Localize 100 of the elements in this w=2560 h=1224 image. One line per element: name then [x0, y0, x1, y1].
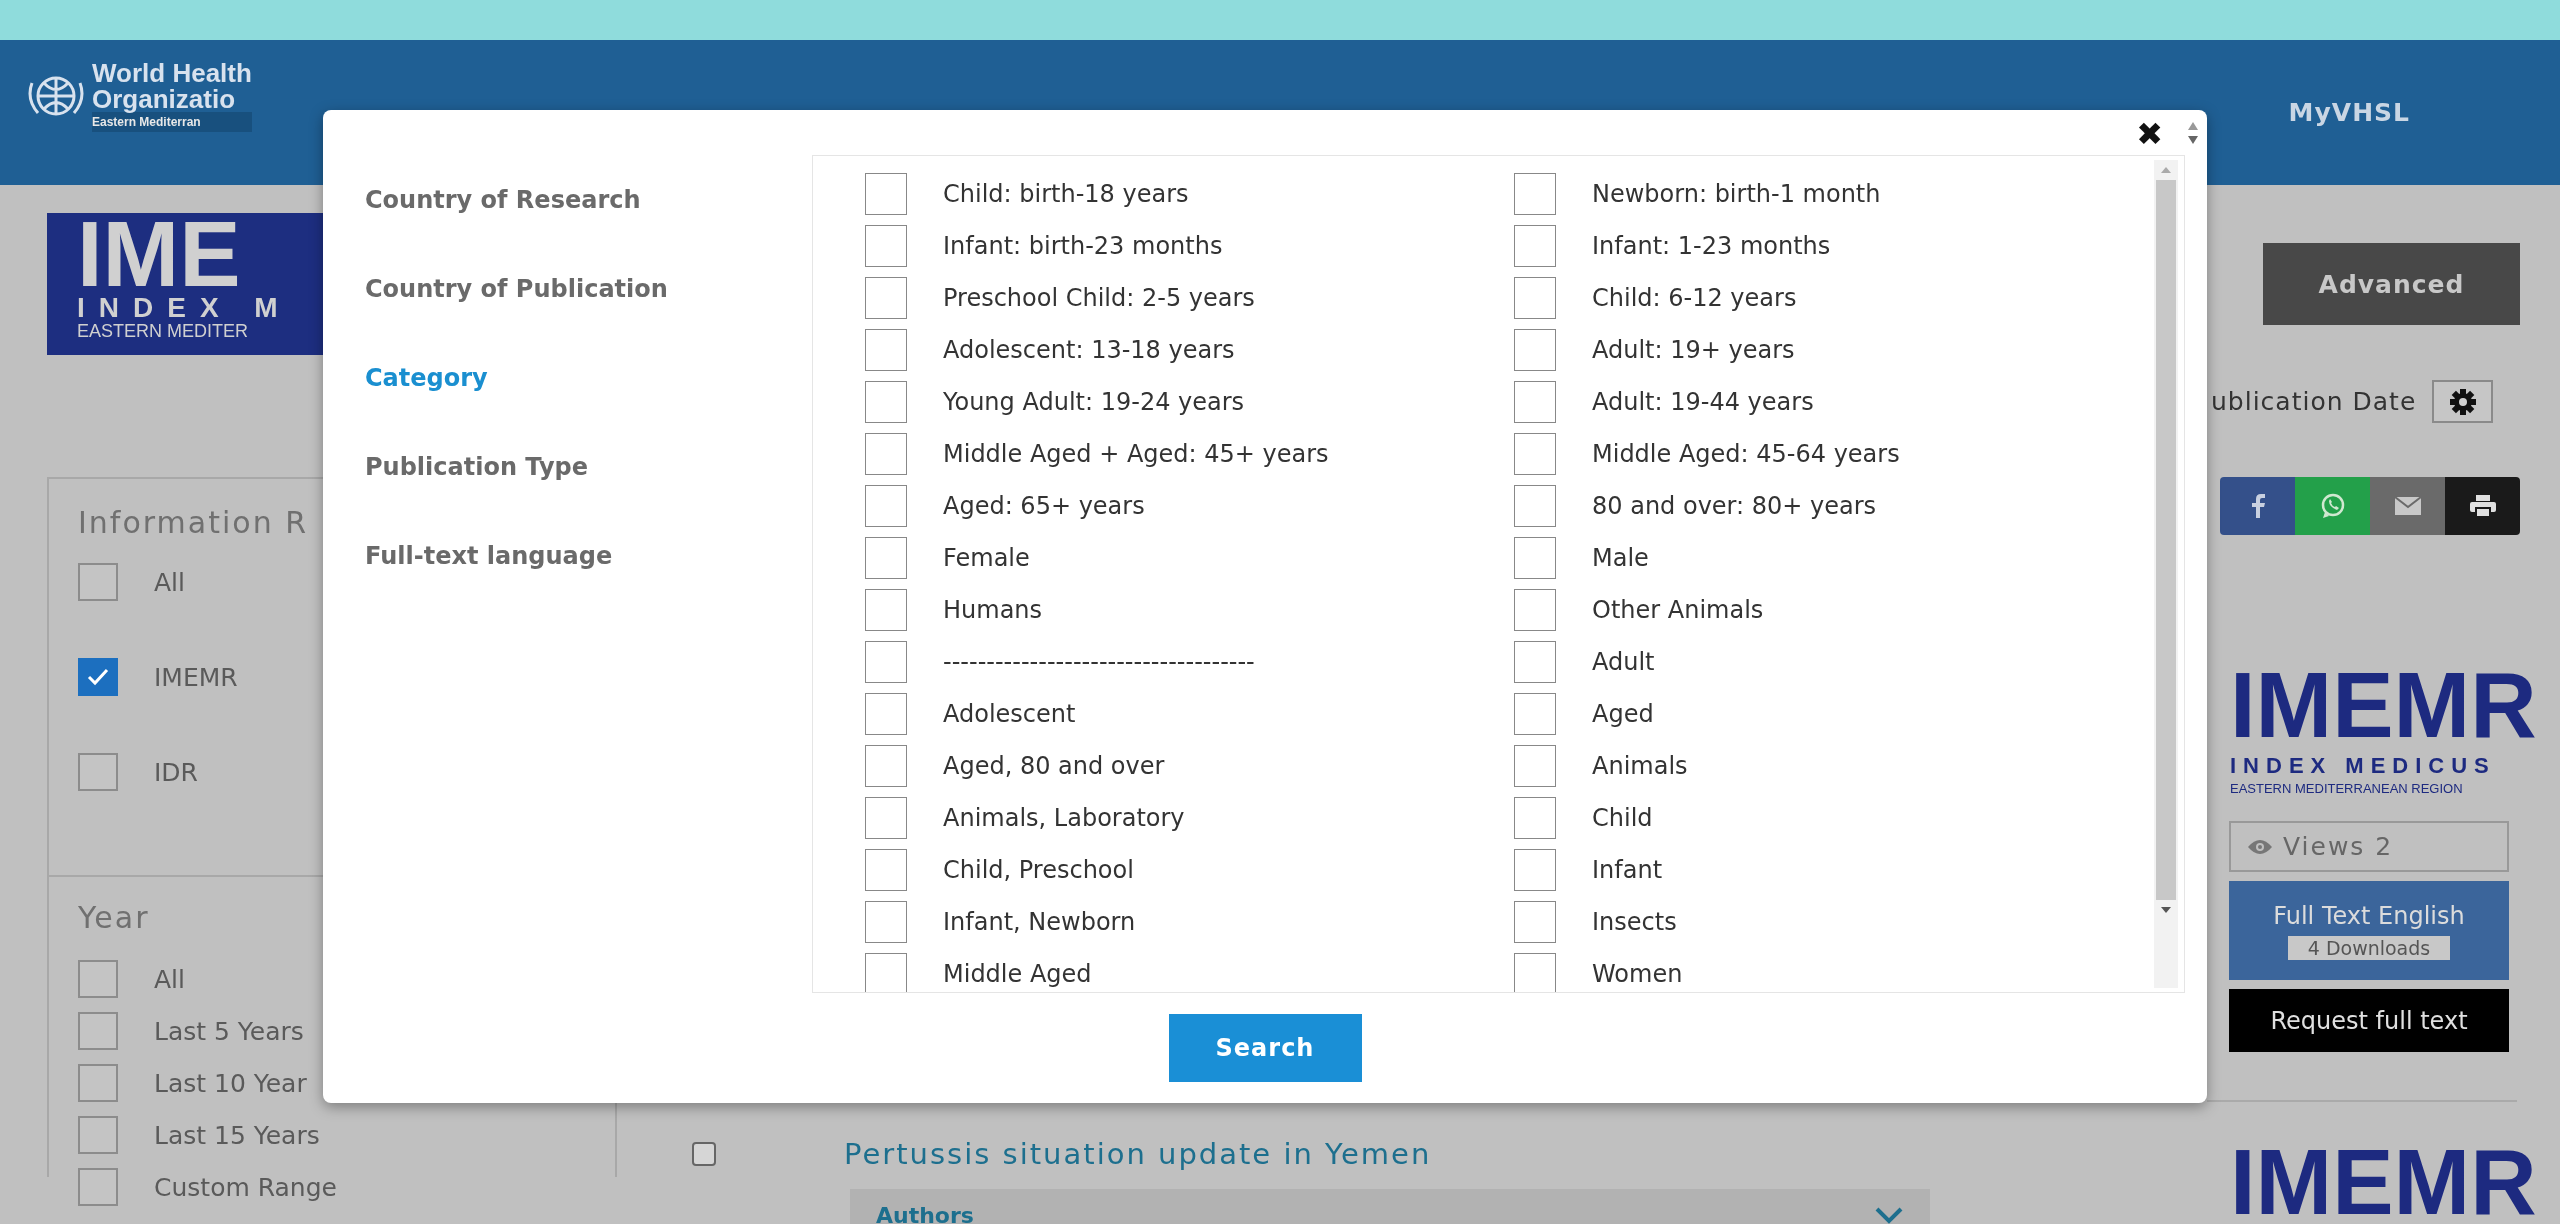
logo-title: IMEMR — [2230, 657, 2537, 753]
checkbox-label: Aged: 65+ years — [943, 492, 1145, 520]
checkbox[interactable] — [1514, 589, 1556, 631]
checkbox[interactable] — [865, 797, 907, 839]
checkbox-label: Middle Aged — [943, 960, 1092, 988]
article-title-link[interactable]: Pertussis situation update in Yemen — [844, 1137, 1432, 1171]
checkbox-label: Infant: birth-23 months — [943, 232, 1223, 260]
checkbox[interactable] — [1514, 381, 1556, 423]
envelope-icon — [2393, 496, 2422, 516]
filter-tab[interactable]: Category — [365, 334, 812, 423]
checkbox[interactable] — [865, 433, 907, 475]
checkbox[interactable] — [78, 563, 118, 601]
filter-tab[interactable]: Publication Type — [365, 423, 812, 512]
checkbox-label: Preschool Child: 2-5 years — [943, 284, 1255, 312]
request-button[interactable]: Request full text — [2229, 989, 2509, 1052]
organization-name: Organizatio — [92, 86, 236, 112]
checkbox-label: Women — [1592, 960, 1683, 988]
checkbox[interactable] — [1514, 329, 1556, 371]
checkbox[interactable] — [78, 658, 118, 696]
checkbox[interactable] — [1514, 433, 1556, 475]
checkbox[interactable] — [865, 641, 907, 683]
checkbox-label: All — [154, 964, 185, 994]
checkbox[interactable] — [1514, 953, 1556, 992]
authors-label: Authors — [876, 1202, 974, 1224]
checkbox[interactable] — [865, 849, 907, 891]
checkbox-label: Adolescent: 13-18 years — [943, 336, 1235, 364]
nav-link[interactable]: MyVHSL — [2288, 98, 2410, 127]
filter-tab[interactable]: Full-text language — [365, 512, 812, 601]
checkbox[interactable] — [865, 381, 907, 423]
checkbox[interactable] — [865, 693, 907, 735]
checkbox[interactable] — [865, 277, 907, 319]
full-text-link[interactable]: Full Text English 4 Downloads — [2229, 881, 2509, 980]
filter-heading: Information R — [78, 505, 310, 541]
checkbox[interactable] — [865, 225, 907, 267]
advanced-button[interactable]: Advanced — [2263, 243, 2520, 325]
checkbox[interactable] — [1514, 797, 1556, 839]
checkbox[interactable] — [865, 901, 907, 943]
checkbox[interactable] — [1514, 901, 1556, 943]
checkbox[interactable] — [78, 1116, 118, 1154]
checkbox[interactable] — [78, 1012, 118, 1050]
checkbox[interactable] — [865, 537, 907, 579]
filter-tab[interactable]: Country of Research — [365, 156, 812, 245]
checkbox[interactable] — [1514, 485, 1556, 527]
checkbox-label: Child, Preschool — [943, 856, 1134, 884]
share-button[interactable] — [2445, 477, 2520, 535]
checkbox-label: Aged, 80 and over — [943, 752, 1165, 780]
checkbox-label: IDR — [154, 757, 198, 787]
logo-title: IMEMR — [2230, 1142, 2537, 1222]
checkbox-label: Child: birth-18 years — [943, 180, 1189, 208]
checkbox-label: Adult: 19+ years — [1592, 336, 1795, 364]
settings-button[interactable] — [2432, 380, 2494, 423]
views-count: Views 2 — [2283, 832, 2394, 861]
checkbox[interactable] — [865, 745, 907, 787]
checkbox[interactable] — [865, 173, 907, 215]
scrollbar-thumb[interactable] — [2156, 180, 2176, 900]
checkbox-label: Middle Aged + Aged: 45+ years — [943, 440, 1329, 468]
logo-region: EASTERN MEDITERRANEAN REGION — [2230, 780, 2464, 798]
checkbox-label: Middle Aged: 45-64 years — [1592, 440, 1900, 468]
scroll-down-icon — [2160, 906, 2172, 914]
checkbox[interactable] — [78, 960, 118, 998]
checkbox[interactable] — [692, 1142, 716, 1166]
checkbox[interactable] — [78, 753, 118, 791]
logo-subtitle: INDEX M — [77, 295, 293, 321]
checkbox-label: Adolescent — [943, 700, 1076, 728]
checkbox-label: Humans — [943, 596, 1043, 624]
close-button[interactable]: ✖ — [2136, 116, 2163, 152]
filter-tab[interactable]: Country of Publication — [365, 245, 812, 334]
printer-icon — [2468, 494, 2497, 518]
checkbox[interactable] — [1514, 173, 1556, 215]
checkbox-label: IMEMR — [154, 662, 238, 692]
scroll-up-icon — [2160, 166, 2172, 174]
scrollbar[interactable] — [2154, 160, 2178, 988]
checkbox-label: Last 5 Years — [154, 1016, 304, 1046]
checkbox[interactable] — [865, 953, 907, 992]
checkbox[interactable] — [1514, 745, 1556, 787]
checkbox-label: All — [154, 567, 185, 597]
checkbox[interactable] — [1514, 277, 1556, 319]
checkbox[interactable] — [1514, 225, 1556, 267]
search-button[interactable]: Search — [1168, 1014, 1362, 1082]
checkbox-label: Child — [1592, 804, 1653, 832]
checkbox-label: Child: 6-12 years — [1592, 284, 1797, 312]
chat-bubble-icon — [2319, 493, 2346, 519]
checkbox-label: Insects — [1592, 908, 1677, 936]
checkbox-label: Animals, Laboratory — [943, 804, 1185, 832]
checkbox[interactable] — [865, 485, 907, 527]
checkbox-label: Animals — [1592, 752, 1688, 780]
checkbox[interactable] — [1514, 641, 1556, 683]
checkbox[interactable] — [78, 1064, 118, 1102]
checkbox-label: ------------------------------------ — [943, 648, 1255, 676]
checkbox[interactable] — [865, 329, 907, 371]
checkbox[interactable] — [1514, 849, 1556, 891]
checkbox[interactable] — [865, 589, 907, 631]
eye-icon — [2247, 838, 2273, 855]
checkbox[interactable] — [1514, 693, 1556, 735]
checkbox-label: Custom Range — [154, 1172, 337, 1202]
chevron-down-icon — [1874, 1206, 1904, 1224]
checkbox[interactable] — [78, 1168, 118, 1206]
checkbox[interactable] — [1514, 537, 1556, 579]
logo-region: EASTERN MEDITER — [77, 321, 250, 341]
checkbox-label: Male — [1592, 544, 1649, 572]
